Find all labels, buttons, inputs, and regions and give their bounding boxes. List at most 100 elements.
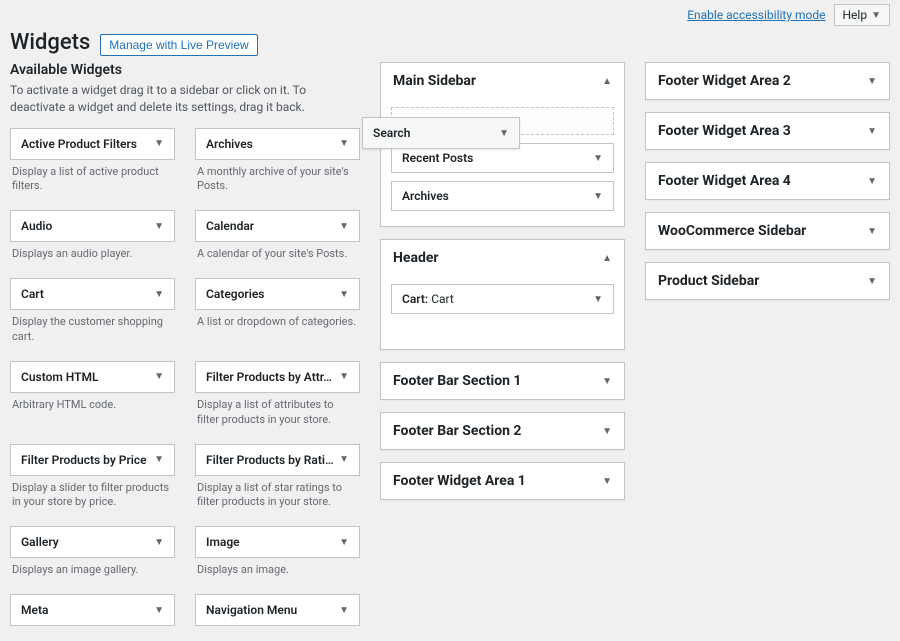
chevron-down-icon: [593, 191, 603, 202]
manage-live-preview-button[interactable]: Manage with Live Preview: [100, 34, 257, 56]
available-widget-desc: Displays an image gallery.: [10, 558, 175, 588]
sidebar-area-title: Footer Bar Section 2: [393, 423, 521, 439]
sidebar-area-collapsed: Footer Widget Area 1: [380, 462, 625, 500]
placed-widget-label: Recent Posts: [402, 151, 473, 165]
sidebar-area-title: Footer Bar Section 1: [393, 373, 521, 389]
available-widgets-desc: To activate a widget drag it to a sideba…: [10, 82, 360, 116]
chevron-down-icon: [339, 605, 349, 616]
placed-widget-label: Archives: [402, 189, 449, 203]
chevron-up-icon: [602, 76, 612, 87]
available-widget[interactable]: Filter Products by Attr…: [195, 361, 360, 393]
sidebar-area-collapsed: Footer Widget Area 4: [645, 162, 890, 200]
help-button[interactable]: Help: [834, 4, 891, 26]
sidebar-area-collapsed: Footer Widget Area 2: [645, 62, 890, 100]
available-widget[interactable]: Gallery: [10, 526, 175, 558]
chevron-down-icon: [499, 128, 509, 139]
available-widget-desc: Display the customer shopping cart.: [10, 310, 175, 355]
available-widget-label: Filter Products by Rati…: [206, 453, 334, 467]
chevron-down-icon: [154, 371, 164, 382]
available-widget-label: Image: [206, 535, 240, 549]
chevron-down-icon: [154, 221, 164, 232]
chevron-down-icon: [602, 476, 612, 487]
chevron-down-icon: [593, 294, 603, 305]
available-widget[interactable]: Filter Products by Rati…: [195, 444, 360, 476]
placed-widget[interactable]: Archives: [391, 181, 614, 211]
available-widget-desc: A list or dropdown of categories.: [195, 310, 360, 340]
available-widget-desc: A calendar of your site's Posts.: [195, 242, 360, 272]
chevron-down-icon: [154, 289, 164, 300]
help-label: Help: [843, 8, 868, 22]
available-widget-label: Filter Products by Price: [21, 453, 147, 467]
chevron-down-icon: [339, 138, 349, 149]
sidebar-area-collapsed-header[interactable]: Footer Widget Area 3: [646, 113, 889, 149]
sidebar-area-title: Footer Widget Area 3: [658, 123, 791, 139]
page-title: Widgets: [10, 30, 90, 55]
available-widget[interactable]: Cart: [10, 278, 175, 310]
chevron-down-icon: [871, 10, 881, 21]
sidebar-area-collapsed-header[interactable]: Footer Bar Section 2: [381, 413, 624, 449]
sidebar-area-main-header[interactable]: Main Sidebar: [381, 63, 624, 99]
sidebar-area-collapsed: Footer Widget Area 3: [645, 112, 890, 150]
available-widget-desc: A monthly archive of your site's Posts.: [195, 160, 360, 205]
available-widget-desc: Displays an audio player.: [10, 242, 175, 272]
chevron-down-icon: [867, 126, 877, 137]
sidebar-area-collapsed-header[interactable]: Footer Widget Area 2: [646, 63, 889, 99]
sidebar-area-collapsed-header[interactable]: Footer Widget Area 4: [646, 163, 889, 199]
sidebar-area-collapsed-header[interactable]: Footer Bar Section 1: [381, 363, 624, 399]
available-widget-label: Archives: [206, 137, 253, 151]
sidebar-area-title: Footer Widget Area 2: [658, 73, 791, 89]
available-widget-label: Gallery: [21, 535, 59, 549]
enable-accessibility-link[interactable]: Enable accessibility mode: [687, 8, 825, 22]
sidebar-area-collapsed-header[interactable]: Footer Widget Area 1: [381, 463, 624, 499]
available-widget-label: Audio: [21, 219, 52, 233]
chevron-down-icon: [154, 537, 164, 548]
available-widget[interactable]: Navigation Menu: [195, 594, 360, 626]
available-widget[interactable]: Calendar: [195, 210, 360, 242]
chevron-down-icon: [867, 76, 877, 87]
sidebar-area-collapsed-header[interactable]: WooCommerce Sidebar: [646, 213, 889, 249]
available-widget-label: Active Product Filters: [21, 137, 137, 151]
available-widget-desc: [195, 626, 360, 641]
available-widget-desc: Arbitrary HTML code.: [10, 393, 175, 423]
sidebar-area-collapsed: WooCommerce Sidebar: [645, 212, 890, 250]
chevron-down-icon: [154, 454, 164, 465]
available-widget[interactable]: Archives: [195, 128, 360, 160]
chevron-down-icon: [154, 605, 164, 616]
available-widget[interactable]: Active Product Filters: [10, 128, 175, 160]
available-widgets-heading: Available Widgets: [10, 62, 360, 78]
chevron-down-icon: [867, 226, 877, 237]
sidebar-area-collapsed: Footer Bar Section 1: [380, 362, 625, 400]
sidebar-area-title: Product Sidebar: [658, 273, 759, 289]
dragging-widget-label: Search: [373, 126, 410, 140]
chevron-up-icon: [602, 253, 612, 264]
dragging-widget-search[interactable]: Search: [362, 117, 520, 149]
available-widget-label: Meta: [21, 603, 48, 617]
sidebar-area-title: WooCommerce Sidebar: [658, 223, 806, 239]
sidebar-area-header-header[interactable]: Header: [381, 240, 624, 276]
chevron-down-icon: [593, 153, 603, 164]
available-widget-label: Calendar: [206, 219, 254, 233]
chevron-down-icon: [154, 138, 164, 149]
available-widget[interactable]: Filter Products by Price: [10, 444, 175, 476]
placed-widget-label: Cart: Cart: [402, 292, 454, 306]
chevron-down-icon: [867, 276, 877, 287]
chevron-down-icon: [867, 176, 877, 187]
available-widget-desc: Display a slider to filter products in y…: [10, 476, 175, 521]
available-widget[interactable]: Custom HTML: [10, 361, 175, 393]
chevron-down-icon: [339, 454, 349, 465]
chevron-down-icon: [339, 221, 349, 232]
placed-widget[interactable]: Cart: Cart: [391, 284, 614, 314]
sidebar-area-header-title: Header: [393, 250, 439, 266]
available-widget[interactable]: Audio: [10, 210, 175, 242]
available-widget-desc: Displays an image.: [195, 558, 360, 588]
available-widget[interactable]: Image: [195, 526, 360, 558]
available-widget-label: Navigation Menu: [206, 603, 297, 617]
chevron-down-icon: [339, 289, 349, 300]
available-widget[interactable]: Categories: [195, 278, 360, 310]
sidebar-area-collapsed-header[interactable]: Product Sidebar: [646, 263, 889, 299]
available-widget-label: Filter Products by Attr…: [206, 370, 332, 384]
available-widget[interactable]: Meta: [10, 594, 175, 626]
available-widget-desc: Display a list of attributes to filter p…: [195, 393, 360, 438]
sidebar-area-header: Header Cart: Cart: [380, 239, 625, 350]
sidebar-area-collapsed: Product Sidebar: [645, 262, 890, 300]
